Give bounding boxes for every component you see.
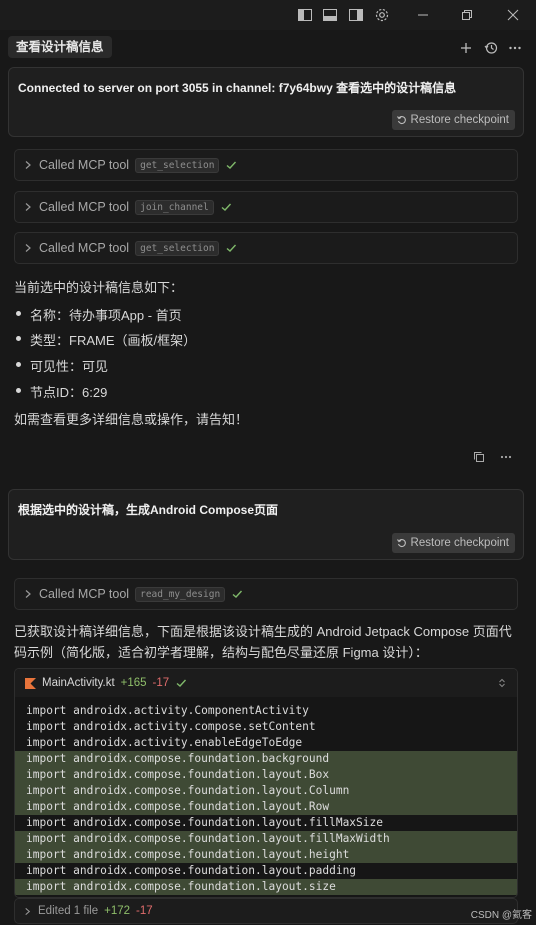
- response-outro: 如需查看更多详细信息或操作，请告知！: [14, 412, 249, 427]
- chevron-right-icon: [25, 203, 31, 211]
- toggle-left-panel-icon[interactable]: [297, 7, 313, 23]
- copy-icon[interactable]: [472, 450, 486, 464]
- mcp-tool-call[interactable]: Called MCP tool get_selection: [14, 149, 518, 181]
- toggle-right-panel-icon[interactable]: [348, 7, 364, 23]
- code-line: import androidx.compose.foundation.layou…: [15, 847, 517, 863]
- chevron-right-icon: [25, 590, 31, 598]
- edited-additions: +172: [104, 905, 131, 917]
- watermark: CSDN @氦客: [470, 910, 532, 921]
- restore-checkpoint-label: Restore checkpoint: [410, 537, 509, 549]
- tool-call-label: Called MCP tool: [39, 200, 130, 214]
- title-bar: [0, 0, 536, 30]
- code-line: import androidx.compose.foundation.layou…: [26, 864, 357, 877]
- code-line: import androidx.compose.foundation.layou…: [15, 783, 517, 799]
- code-line: import androidx.activity.enableEdgeToEdg…: [26, 736, 303, 749]
- more-icon[interactable]: [507, 40, 523, 56]
- code-line: import androidx.compose.foundation.layou…: [15, 767, 517, 783]
- toggle-bottom-panel-icon[interactable]: [322, 7, 338, 23]
- new-chat-icon[interactable]: [458, 40, 474, 56]
- user-message[interactable]: 根据选中的设计稿，生成Android Compose页面 Restore che…: [8, 489, 524, 560]
- settings-gear-icon[interactable]: [374, 7, 390, 23]
- response-list-item: 可见性：可见: [30, 359, 109, 374]
- response-list-item: 节点ID：6:29: [30, 385, 108, 400]
- tool-name-chip: join_channel: [135, 199, 214, 215]
- kotlin-file-icon: [25, 677, 36, 689]
- tool-call-label: Called MCP tool: [39, 587, 130, 601]
- check-icon: [232, 590, 243, 598]
- mcp-tool-call[interactable]: Called MCP tool join_channel: [14, 191, 518, 223]
- response-list-item: 名称：待办事项App - 首页: [30, 308, 182, 323]
- code-deletions: -17: [152, 677, 170, 689]
- code-line: import androidx.activity.ComponentActivi…: [26, 704, 309, 717]
- mcp-tool-call[interactable]: Called MCP tool get_selection: [14, 232, 518, 264]
- code-line: import androidx.compose.foundation.layou…: [26, 816, 383, 829]
- check-icon: [221, 203, 231, 211]
- code-line: import androidx.compose.foundation.layou…: [15, 799, 517, 815]
- tool-call-label: Called MCP tool: [39, 158, 130, 172]
- check-icon: [227, 161, 237, 169]
- history-icon[interactable]: [483, 40, 499, 56]
- user-message-text: 根据选中的设计稿，生成Android Compose页面: [18, 503, 278, 517]
- expand-collapse-icon[interactable]: [497, 678, 507, 688]
- bullet: [16, 362, 21, 367]
- code-line: import androidx.activity.compose.setCont…: [26, 720, 316, 733]
- tool-name-chip: get_selection: [135, 240, 220, 256]
- check-icon: [227, 244, 237, 252]
- user-message[interactable]: Connected to server on port 3055 in chan…: [8, 67, 524, 137]
- restore-icon: [396, 115, 406, 125]
- restore-checkpoint-button[interactable]: Restore checkpoint: [391, 110, 515, 130]
- close-icon[interactable]: [505, 7, 521, 23]
- user-message-text: Connected to server on port 3055 in chan…: [18, 81, 457, 95]
- code-line: import androidx.compose.foundation.layou…: [15, 831, 517, 847]
- code-additions: +165: [120, 677, 147, 689]
- edited-files-label: Edited 1 file: [38, 905, 99, 917]
- more-icon[interactable]: [499, 450, 513, 464]
- tool-call-label: Called MCP tool: [39, 241, 130, 255]
- edited-deletions: -17: [136, 905, 153, 917]
- restore-icon[interactable]: [459, 7, 475, 23]
- chat-tab-bar: 查看设计稿信息: [0, 30, 536, 64]
- code-diff-block[interactable]: MainActivity.kt +165 -17 import androidx…: [14, 668, 518, 898]
- code-line: import androidx.compose.foundation.backg…: [15, 751, 517, 767]
- chevron-right-icon: [25, 161, 31, 169]
- restore-icon: [396, 538, 406, 548]
- mcp-tool-call[interactable]: Called MCP tool read_my_design: [14, 578, 518, 610]
- check-icon: [176, 679, 187, 687]
- response-intro: 当前选中的设计稿信息如下：: [14, 280, 184, 295]
- code-lines: import androidx.activity.ComponentActivi…: [15, 703, 517, 895]
- restore-checkpoint-button[interactable]: Restore checkpoint: [391, 533, 515, 553]
- restore-checkpoint-label: Restore checkpoint: [410, 114, 509, 126]
- minimize-icon[interactable]: [415, 7, 431, 23]
- bullet: [16, 311, 21, 316]
- bullet: [16, 336, 21, 341]
- chevron-right-icon: [25, 907, 31, 915]
- response-list-item: 类型：FRAME（画板/框架）: [30, 333, 197, 348]
- chat-tab-title[interactable]: 查看设计稿信息: [8, 36, 112, 58]
- tool-name-chip: get_selection: [135, 157, 220, 173]
- tool-name-chip: read_my_design: [135, 586, 226, 602]
- code-line: import androidx.compose.foundation.layou…: [15, 879, 517, 895]
- edited-files-summary[interactable]: Edited 1 file +172 -17: [14, 898, 518, 924]
- response-text: 已获取设计稿详细信息，下面是根据该设计稿生成的 Android Jetpack …: [14, 624, 512, 660]
- bullet: [16, 388, 21, 393]
- code-filename: MainActivity.kt: [42, 677, 115, 689]
- chevron-right-icon: [25, 244, 31, 252]
- code-header[interactable]: MainActivity.kt +165 -17: [15, 669, 517, 697]
